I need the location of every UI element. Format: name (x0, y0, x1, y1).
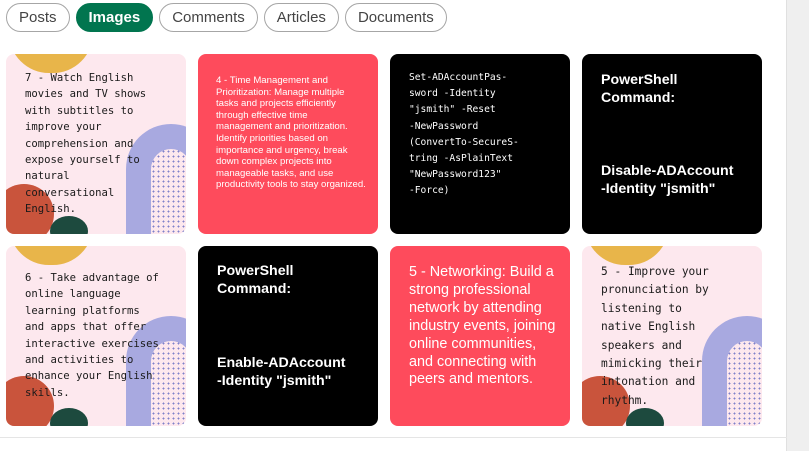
image-card-disable-account[interactable]: PowerShell Command: Disable-ADAccount -I… (582, 54, 762, 234)
card-command: Disable-ADAccount -Identity "jsmith" (601, 163, 734, 197)
card-title: PowerShell Command: (217, 263, 294, 297)
decor-yellow-shape (9, 246, 93, 265)
card-text: 4 - Time Management and Prioritization: … (216, 75, 366, 191)
image-card-time-management[interactable]: 4 - Time Management and Prioritization: … (198, 54, 378, 234)
decor-green-shape (626, 408, 664, 426)
card-text: Set-ADAccountPas- sword -Identity "jsmit… (409, 72, 519, 197)
image-card-english-tip-5[interactable]: 5 - Improve your pronunciation by listen… (582, 246, 762, 426)
card-command: Enable-ADAccount -Identity "jsmith" (217, 355, 346, 389)
image-card-set-password[interactable]: Set-ADAccountPas- sword -Identity "jsmit… (390, 54, 570, 234)
card-title: PowerShell Command: (601, 72, 678, 106)
card-text: 5 - Networking: Build a strong professio… (409, 264, 556, 388)
image-card-enable-account[interactable]: PowerShell Command: Enable-ADAccount -Id… (198, 246, 378, 426)
decor-green-shape (50, 216, 88, 234)
card-text: 6 - Take advantage of online language le… (25, 272, 159, 399)
filter-comments[interactable]: Comments (159, 3, 258, 32)
card-text: 7 - Watch English movies and TV shows wi… (25, 72, 147, 216)
filter-images[interactable]: Images (75, 3, 154, 32)
decor-green-shape (50, 408, 88, 426)
image-card-networking[interactable]: 5 - Networking: Build a strong professio… (390, 246, 570, 426)
image-card-english-tip-6[interactable]: 6 - Take advantage of online language le… (6, 246, 186, 426)
filter-documents[interactable]: Documents (344, 3, 447, 32)
image-card-english-tip-7[interactable]: 7 - Watch English movies and TV shows wi… (6, 54, 186, 234)
filter-articles[interactable]: Articles (263, 3, 339, 32)
scrollbar[interactable] (786, 0, 809, 451)
section-divider (0, 437, 787, 438)
card-text: 5 - Improve your pronunciation by listen… (601, 265, 709, 407)
filter-posts[interactable]: Posts (6, 3, 70, 32)
filter-bar: Posts Images Comments Articles Documents (6, 3, 447, 34)
